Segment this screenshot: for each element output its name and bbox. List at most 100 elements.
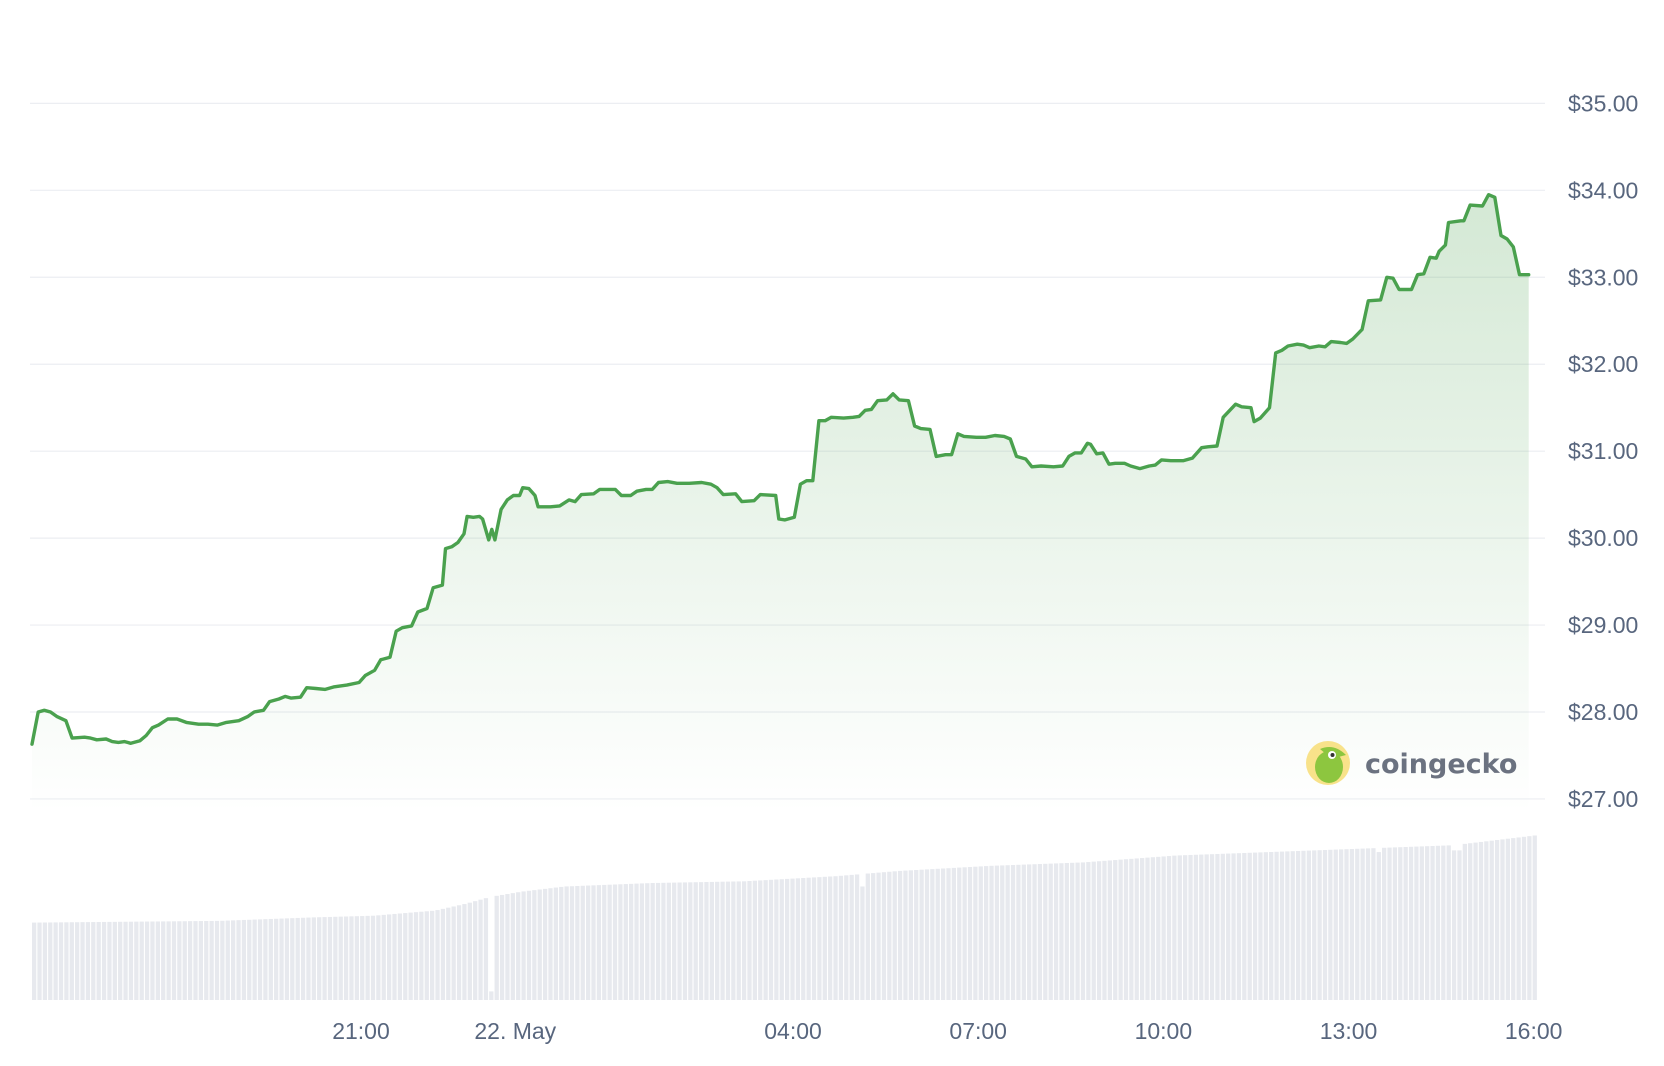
volume-bar	[204, 921, 209, 1000]
volume-bar	[849, 874, 854, 1000]
volume-bar	[1166, 856, 1172, 1000]
x-tick-label: 10:00	[1135, 1018, 1193, 1044]
x-tick-label: 22. May	[474, 1018, 556, 1044]
volume-bar	[1269, 851, 1274, 1000]
volume-bar	[317, 917, 322, 1000]
volume-bar	[1295, 850, 1301, 1000]
volume-bar	[478, 899, 483, 1000]
volume-bar	[91, 922, 96, 1000]
volume-bar	[451, 906, 456, 1000]
volume-bar	[811, 877, 817, 1000]
volume-bar	[763, 880, 768, 1000]
volume-bar	[1123, 859, 1129, 1000]
volume-bar	[1532, 835, 1537, 1000]
volume-bar	[1075, 862, 1080, 1000]
volume-bar	[311, 917, 316, 1000]
volume-bar	[1473, 842, 1478, 1000]
volume-bar	[892, 871, 897, 1000]
volume-bar	[731, 881, 736, 1000]
volume-bar	[1172, 855, 1177, 1000]
volume-bar	[1005, 865, 1010, 1000]
volume-bar	[1408, 846, 1414, 1000]
volume-bar	[1145, 857, 1150, 1000]
volume-bar	[795, 878, 801, 1000]
volume-bar	[505, 894, 510, 1000]
volume-bar	[1355, 848, 1360, 1000]
volume-bar	[704, 882, 709, 1000]
volume-bar	[677, 882, 682, 1000]
volume-bar	[655, 882, 661, 1000]
volume-bar	[1091, 861, 1096, 1000]
volume-bar	[392, 913, 397, 1000]
volume-bar	[946, 868, 951, 1000]
volume-bar	[1317, 850, 1322, 1000]
volume-bar	[365, 915, 370, 1000]
volume-bar	[629, 883, 634, 1000]
volume-bar	[483, 898, 489, 1000]
volume-bar	[1080, 862, 1086, 1000]
volume-bar	[1263, 852, 1268, 1000]
volume-bar	[854, 874, 860, 1000]
volume-bar	[473, 901, 478, 1000]
y-tick-label: $28.00	[1568, 699, 1638, 725]
volume-bar	[682, 882, 688, 1000]
volume-bar	[295, 917, 300, 1000]
volume-bar	[225, 920, 230, 1000]
volume-bar	[1215, 853, 1220, 1000]
volume-bar	[693, 882, 698, 1000]
volume-bar	[1220, 853, 1225, 1000]
volume-bar	[75, 922, 80, 1000]
volume-bar	[413, 912, 419, 1000]
volume-bar	[96, 922, 101, 1000]
volume-bar	[881, 872, 887, 1000]
volume-bar	[994, 865, 1000, 1000]
volume-bar	[177, 921, 182, 1000]
volume-bar	[779, 879, 784, 1000]
volume-bar	[494, 895, 499, 1000]
volume-bar	[844, 875, 849, 1000]
volume-bar	[930, 869, 935, 1000]
volume-bar	[446, 907, 451, 1000]
volume-bar	[758, 880, 763, 1000]
volume-bar	[1102, 860, 1107, 1000]
volume-bar	[430, 910, 435, 1000]
volume-bar	[1403, 846, 1408, 1000]
volume-bar	[1177, 855, 1182, 1000]
x-tick-label: 16:00	[1505, 1018, 1563, 1044]
volume-bar	[1209, 854, 1215, 1000]
volume-bar	[327, 916, 333, 1000]
volume-bar	[1113, 860, 1118, 1000]
volume-bar	[1199, 854, 1204, 1000]
volume-bar	[1419, 846, 1424, 1000]
volume-bar	[322, 917, 327, 1000]
volume-bar	[1204, 854, 1209, 1000]
volume-bar	[343, 916, 349, 1000]
volume-bar	[828, 876, 833, 1000]
volume-bar	[1494, 840, 1500, 1000]
volume-bar	[1398, 847, 1403, 1000]
x-tick-label: 07:00	[949, 1018, 1007, 1044]
volume-bar	[144, 921, 150, 1000]
volume-bar	[553, 887, 558, 1000]
volume-bar	[1000, 865, 1005, 1000]
volume-bar	[838, 875, 844, 1000]
volume-bar	[263, 919, 268, 1000]
volume-bar	[1043, 863, 1048, 1000]
volume-bar	[1156, 856, 1161, 1000]
volume-bar	[973, 866, 978, 1000]
volume-bar	[1414, 846, 1419, 1000]
volume-bar	[1129, 858, 1134, 1000]
volume-bar	[1037, 864, 1043, 1000]
volume-bar	[591, 885, 596, 1000]
volume-bars	[32, 835, 1537, 1000]
volume-bar	[1338, 849, 1344, 1000]
y-tick-label: $32.00	[1568, 351, 1638, 377]
y-tick-label: $33.00	[1568, 264, 1638, 290]
volume-bar	[1328, 849, 1333, 1000]
volume-bar	[1360, 848, 1365, 1000]
volume-bar	[198, 921, 204, 1000]
volume-bar	[790, 878, 795, 1000]
volume-bar	[569, 886, 575, 1000]
volume-bar	[48, 922, 53, 1000]
volume-bar	[209, 920, 214, 1000]
